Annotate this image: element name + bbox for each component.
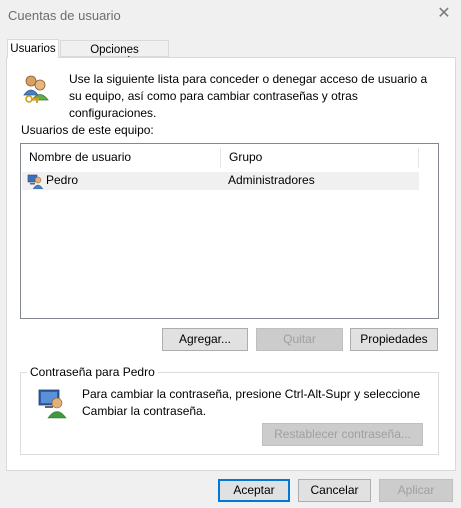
cancel-button[interactable]: Cancelar: [298, 479, 371, 502]
remove-user-button[interactable]: Quitar: [256, 328, 343, 351]
ok-button[interactable]: Aceptar: [218, 479, 290, 502]
users-list-label: Usuarios de este equipo:: [21, 123, 154, 137]
admin-user-icon: [27, 173, 44, 190]
tab-usuarios-label: Usuarios: [10, 43, 56, 55]
row-username: Pedro: [46, 173, 79, 187]
reset-password-button[interactable]: Restablecer contraseña...: [262, 423, 423, 446]
users-list[interactable]: Nombre de usuario Grupo Pedro Administra…: [20, 143, 439, 319]
table-row[interactable]: Pedro Administradores: [22, 172, 419, 190]
password-help-text: Para cambiar la contraseña, presione Ctr…: [82, 387, 421, 418]
apply-button[interactable]: Aplicar: [379, 479, 453, 502]
tab-opciones-avanzadas[interactable]: Opciones avanzadas: [60, 40, 169, 68]
column-divider: [418, 148, 419, 168]
tab-usuarios[interactable]: Usuarios: [7, 39, 59, 58]
add-user-button[interactable]: Agregar...: [162, 328, 248, 351]
column-header-username[interactable]: Nombre de usuario: [21, 144, 220, 171]
close-icon[interactable]: ✕: [436, 6, 452, 22]
password-group-legend: Contraseña para Pedro: [27, 365, 158, 379]
column-header-username-label: Nombre de usuario: [29, 150, 132, 164]
column-header-group-label: Grupo: [229, 150, 263, 164]
window-title: Cuentas de usuario: [8, 8, 121, 23]
row-group: Administradores: [228, 173, 315, 187]
user-password-icon: [37, 387, 67, 419]
intro-text: Use la siguiente lista para conceder o d…: [69, 72, 428, 120]
users-keys-icon: [22, 73, 50, 105]
properties-button[interactable]: Propiedades: [350, 328, 438, 351]
column-header-group[interactable]: Grupo: [221, 144, 419, 171]
